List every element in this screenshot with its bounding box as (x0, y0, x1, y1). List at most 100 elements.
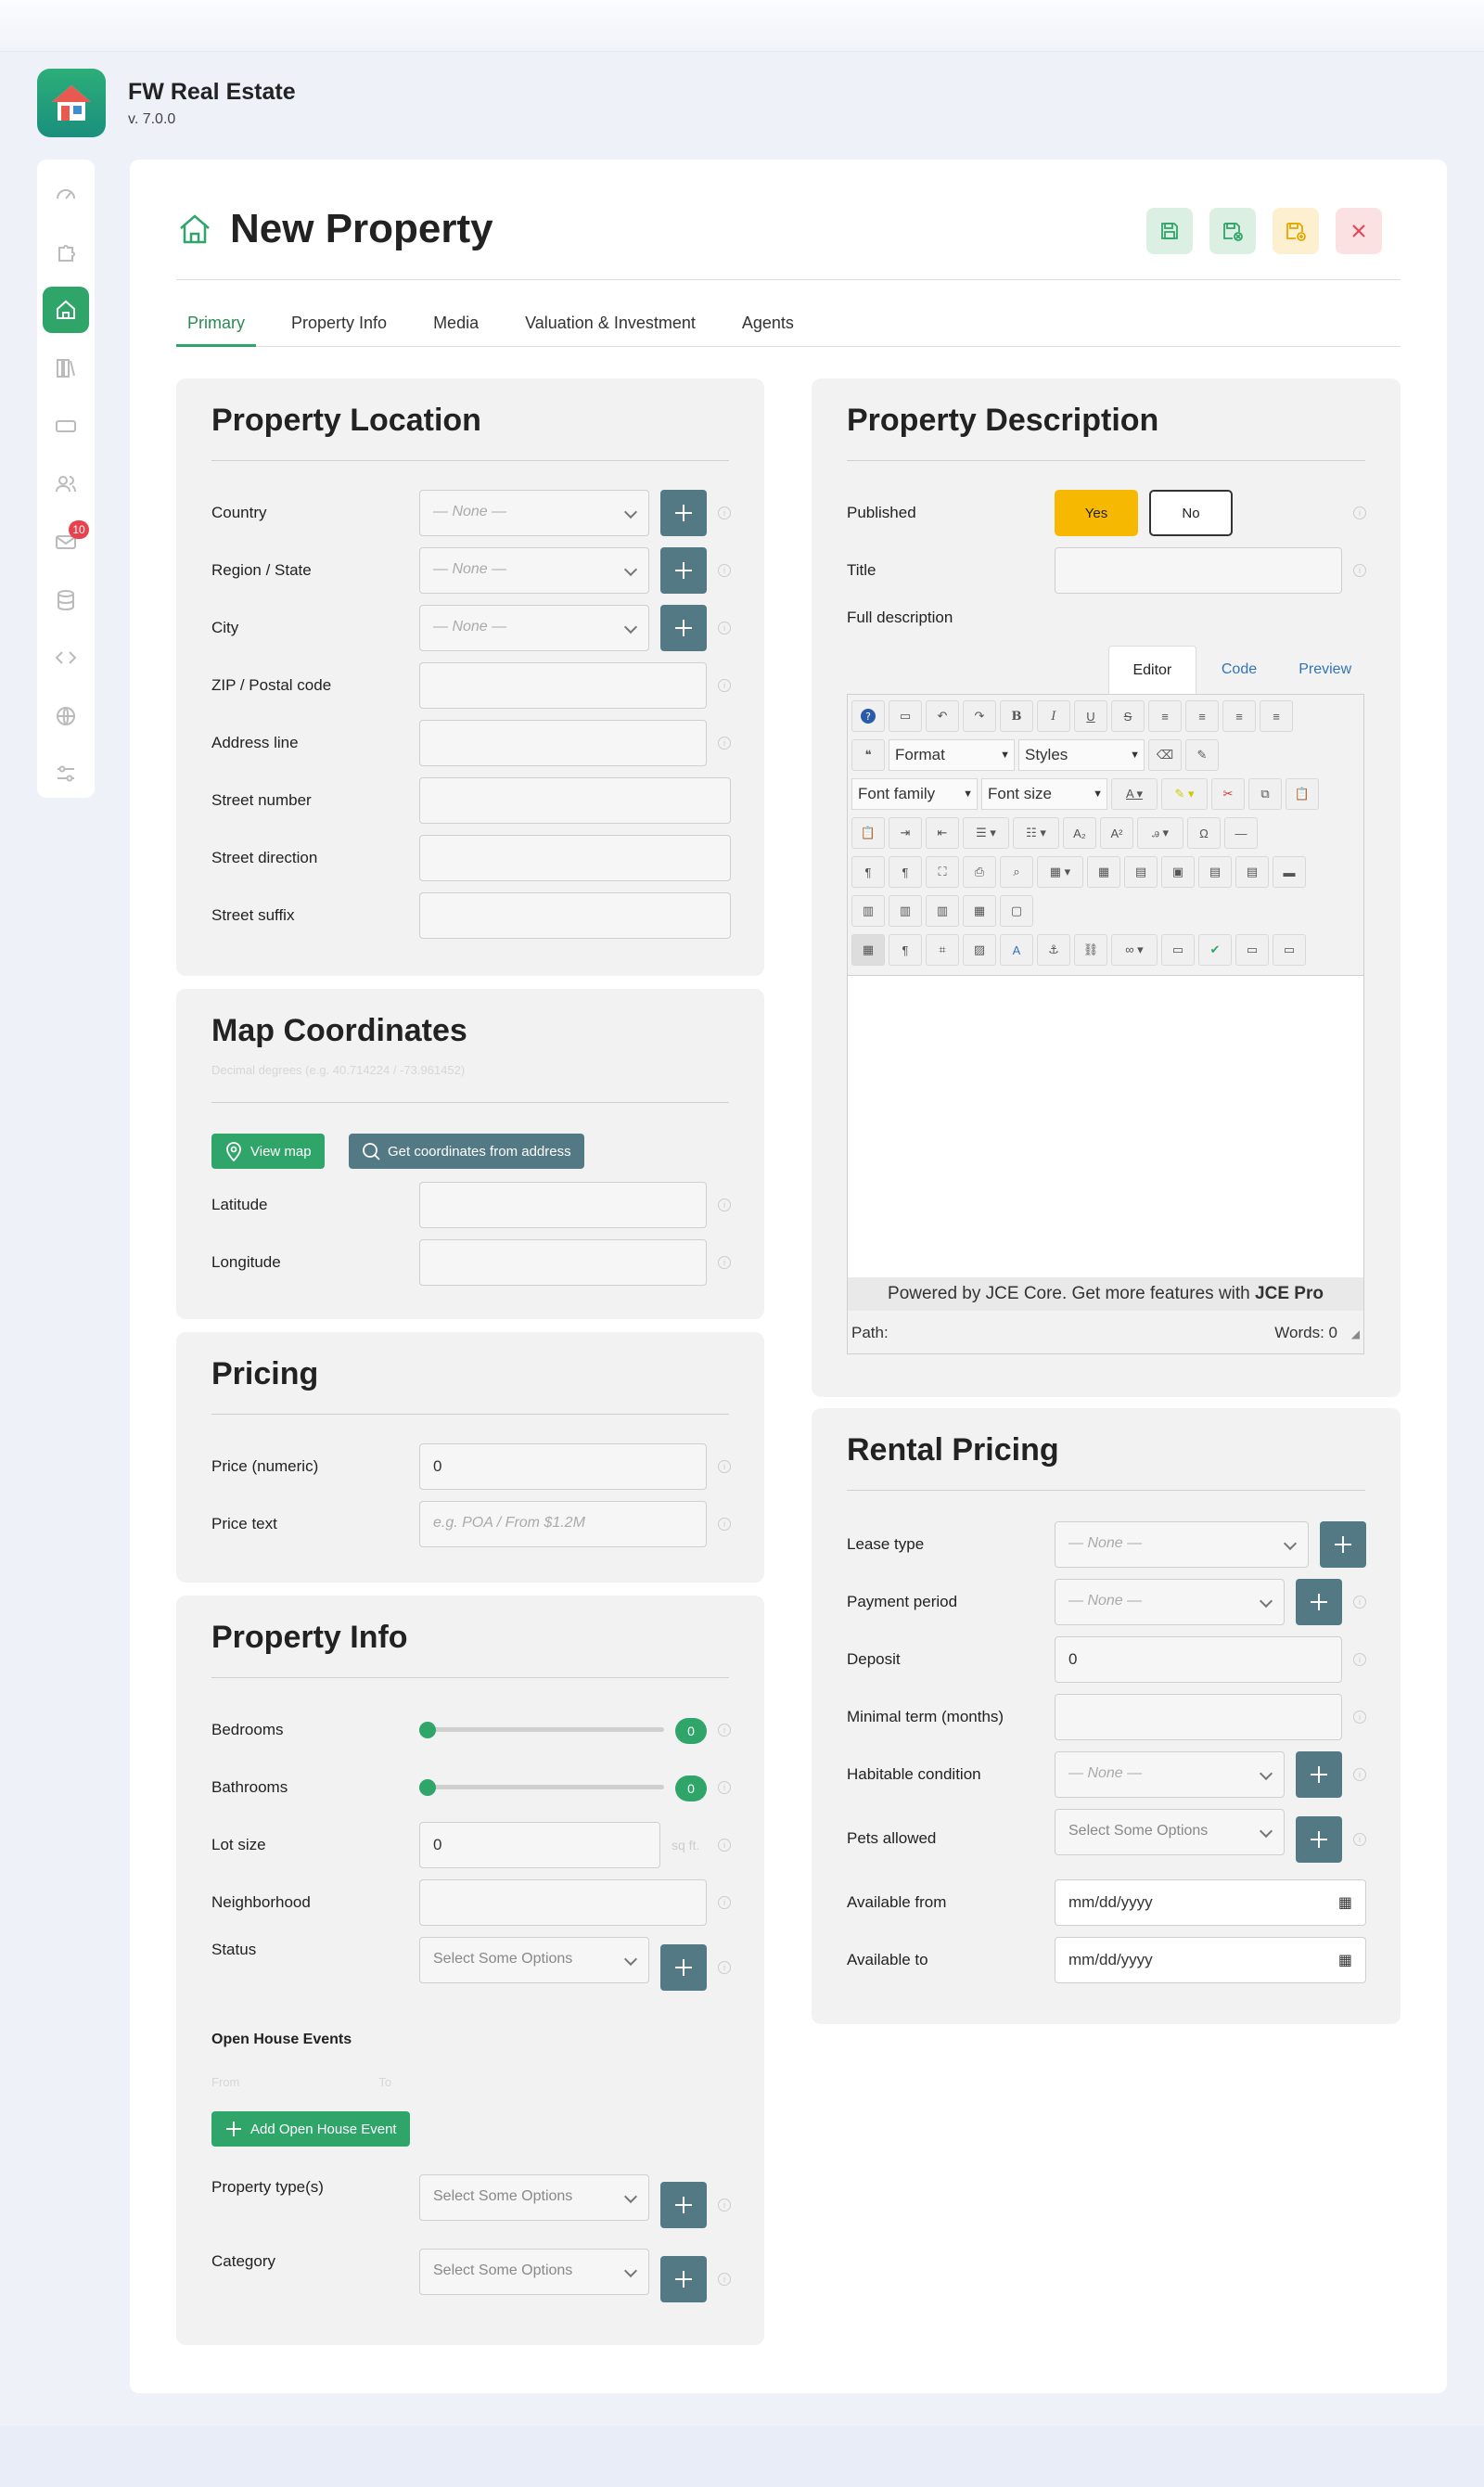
row-props-icon[interactable]: ▤ (1124, 856, 1158, 888)
show-blocks-icon[interactable]: ¶ (889, 934, 922, 966)
mail-icon[interactable]: 10 (43, 519, 89, 565)
save-button[interactable] (1146, 208, 1193, 254)
add-region-button[interactable] (660, 547, 707, 594)
visual-aid-icon[interactable]: ▦ (851, 934, 885, 966)
lease-type-select[interactable]: — None — (1055, 1521, 1309, 1568)
published-yes-button[interactable]: Yes (1055, 490, 1138, 536)
highlight-icon[interactable]: ✎ ▾ (1161, 778, 1208, 810)
region-select[interactable]: — None — (419, 547, 649, 594)
add-country-button[interactable] (660, 490, 707, 536)
media-icon[interactable]: ▭ (1161, 934, 1195, 966)
save-close-button[interactable] (1209, 208, 1256, 254)
text-color-icon[interactable]: A ▾ (1111, 778, 1158, 810)
font-size-dropdown[interactable]: Font size ▼ (981, 778, 1107, 810)
special-char-icon[interactable]: Ω (1187, 817, 1221, 849)
source-icon[interactable]: ⌗ (926, 934, 959, 966)
fullscreen-icon[interactable]: ⛶ (926, 856, 959, 888)
delete-row-icon[interactable]: ▬ (1273, 856, 1306, 888)
available-to-input[interactable]: mm/dd/yyyy ▦ (1055, 1937, 1366, 1983)
print-icon[interactable]: ⎙ (963, 856, 996, 888)
resize-handle-icon[interactable]: ◢ (1351, 1327, 1360, 1340)
globe-icon[interactable] (43, 693, 89, 739)
row-after-icon[interactable]: ▤ (1235, 856, 1269, 888)
superscript-icon[interactable]: A² (1100, 817, 1133, 849)
row-before-icon[interactable]: ▤ (1198, 856, 1232, 888)
bedrooms-slider[interactable] (419, 1727, 664, 1732)
style-icon[interactable]: A (1000, 934, 1033, 966)
delete-col-icon[interactable]: ▥ (926, 895, 959, 927)
latitude-input[interactable] (419, 1182, 707, 1228)
street-number-input[interactable] (419, 777, 731, 824)
zip-input[interactable] (419, 662, 707, 709)
editor-content-area[interactable] (848, 975, 1363, 1277)
character-map-dropdown-icon[interactable]: ꭿ ▾ (1137, 817, 1183, 849)
tab-property-info[interactable]: Property Info (280, 308, 398, 347)
strikethrough-icon[interactable]: S (1111, 700, 1145, 732)
city-select[interactable]: — None — (419, 605, 649, 651)
sliders-icon[interactable] (43, 750, 89, 797)
calendar-icon[interactable]: ▦ (1338, 1893, 1352, 1912)
copy-icon[interactable]: ⧉ (1248, 778, 1282, 810)
cleanup-icon[interactable]: ✎ (1185, 739, 1219, 771)
horizontal-rule-icon[interactable]: — (1224, 817, 1258, 849)
format-dropdown[interactable]: Format ▼ (889, 739, 1015, 771)
bold-icon[interactable]: B (1000, 700, 1033, 732)
tab-preview[interactable]: Preview (1282, 646, 1368, 694)
align-justify-icon[interactable]: ≡ (1148, 700, 1182, 732)
align-center-icon[interactable]: ≡ (1185, 700, 1219, 732)
street-suffix-input[interactable] (419, 892, 731, 939)
paste-icon[interactable]: 📋 (1286, 778, 1319, 810)
bathrooms-slider[interactable] (419, 1785, 664, 1789)
ltr-icon[interactable]: ¶ (851, 856, 885, 888)
pets-select[interactable]: Select Some Options (1055, 1809, 1285, 1855)
outdent-icon[interactable]: ⇤ (926, 817, 959, 849)
help-icon[interactable]: ? (851, 700, 885, 732)
article-icon[interactable]: ▭ (1235, 934, 1269, 966)
lot-size-input[interactable]: 0 (419, 1822, 660, 1868)
preview-icon[interactable]: ▭ (1273, 934, 1306, 966)
numbered-list-icon[interactable]: ☰ ▾ (963, 817, 1009, 849)
tab-editor[interactable]: Editor (1108, 646, 1196, 694)
payment-period-select[interactable]: — None — (1055, 1579, 1285, 1625)
add-habitable-button[interactable] (1296, 1751, 1342, 1798)
add-open-house-button[interactable]: Add Open House Event (211, 2111, 410, 2147)
italic-icon[interactable]: I (1037, 700, 1070, 732)
cancel-button[interactable] (1336, 208, 1382, 254)
home-icon[interactable] (43, 287, 89, 333)
users-icon[interactable] (43, 461, 89, 507)
brand[interactable]: FW Real Estate v. 7.0.0 (37, 69, 296, 137)
address-input[interactable] (419, 720, 707, 766)
status-select[interactable]: Select Some Options (419, 1937, 649, 1983)
merge-cells-icon[interactable]: ▢ (1000, 895, 1033, 927)
font-family-dropdown[interactable]: Font family ▼ (851, 778, 978, 810)
deposit-input[interactable]: 0 (1055, 1636, 1342, 1683)
anchor-icon[interactable]: ⚓ (1037, 934, 1070, 966)
database-icon[interactable] (43, 577, 89, 623)
library-icon[interactable] (43, 345, 89, 391)
add-status-button[interactable] (660, 1944, 707, 1991)
bathrooms-slider-handle[interactable] (419, 1779, 436, 1796)
property-types-select[interactable]: Select Some Options (419, 2174, 649, 2221)
tab-primary[interactable]: Primary (176, 308, 256, 347)
undo-icon[interactable]: ↶ (926, 700, 959, 732)
bedrooms-slider-handle[interactable] (419, 1722, 436, 1738)
search-replace-icon[interactable]: ⌕ (1000, 856, 1033, 888)
country-select[interactable]: — None — (419, 490, 649, 536)
code-icon[interactable] (43, 635, 89, 681)
category-select[interactable]: Select Some Options (419, 2249, 649, 2295)
calendar-icon[interactable]: ▦ (1338, 1951, 1352, 1969)
cut-icon[interactable]: ✂ (1211, 778, 1245, 810)
table-dropdown-icon[interactable]: ▦ ▾ (1037, 856, 1083, 888)
image-icon[interactable]: ▨ (963, 934, 996, 966)
habitable-select[interactable]: — None — (1055, 1751, 1285, 1798)
longitude-input[interactable] (419, 1239, 707, 1286)
dashboard-icon[interactable] (43, 171, 89, 217)
underline-icon[interactable]: U (1074, 700, 1107, 732)
save-new-button[interactable] (1273, 208, 1319, 254)
bullet-list-icon[interactable]: ☷ ▾ (1013, 817, 1059, 849)
tab-media[interactable]: Media (422, 308, 490, 347)
view-map-button[interactable]: View map (211, 1134, 325, 1169)
table-props-icon[interactable]: ▦ (1087, 856, 1120, 888)
col-after-icon[interactable]: ▥ (889, 895, 922, 927)
blockquote-icon[interactable]: ❝ (851, 739, 885, 771)
